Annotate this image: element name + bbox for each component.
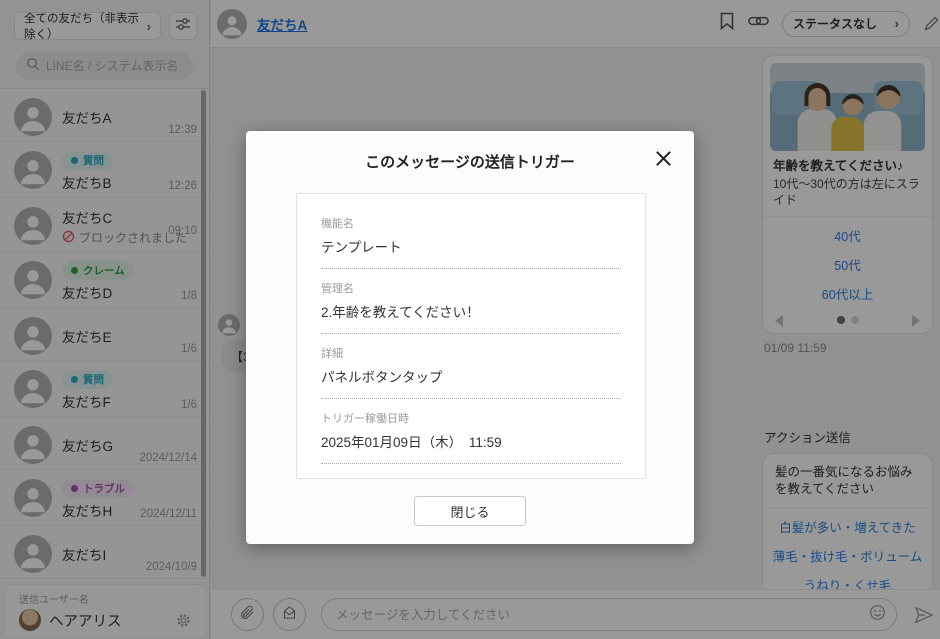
trigger-field: 詳細 パネルボタンタップ (321, 334, 621, 399)
field-value: 2025年01月09日（木） 11:59 (321, 431, 621, 451)
field-label: 詳細 (321, 345, 621, 361)
trigger-field: 管理名 2.年齢を教えてください！ (321, 269, 621, 334)
field-label: 機能名 (321, 215, 621, 231)
app-window: 全ての友だち（非表示除く） › 友だ (0, 0, 940, 639)
field-label: 管理名 (321, 280, 621, 296)
close-icon[interactable] (650, 145, 676, 171)
field-value: パネルボタンタップ (321, 366, 621, 386)
field-label: トリガー稼働日時 (321, 410, 621, 426)
field-value: 2.年齢を教えてください！ (321, 301, 621, 321)
trigger-field: トリガー稼働日時 2025年01月09日（木） 11:59 (321, 399, 621, 464)
trigger-field: 機能名 テンプレート (321, 204, 621, 269)
trigger-detail-box: 機能名 テンプレート 管理名 2.年齢を教えてください！ 詳細 パネルボタンタッ… (296, 193, 646, 479)
close-button[interactable]: 閉じる (414, 496, 526, 526)
modal-title: このメッセージの送信トリガー (246, 151, 694, 172)
field-value: テンプレート (321, 236, 621, 256)
trigger-modal: このメッセージの送信トリガー 機能名 テンプレート 管理名 2.年齢を教えてくだ… (246, 131, 694, 544)
